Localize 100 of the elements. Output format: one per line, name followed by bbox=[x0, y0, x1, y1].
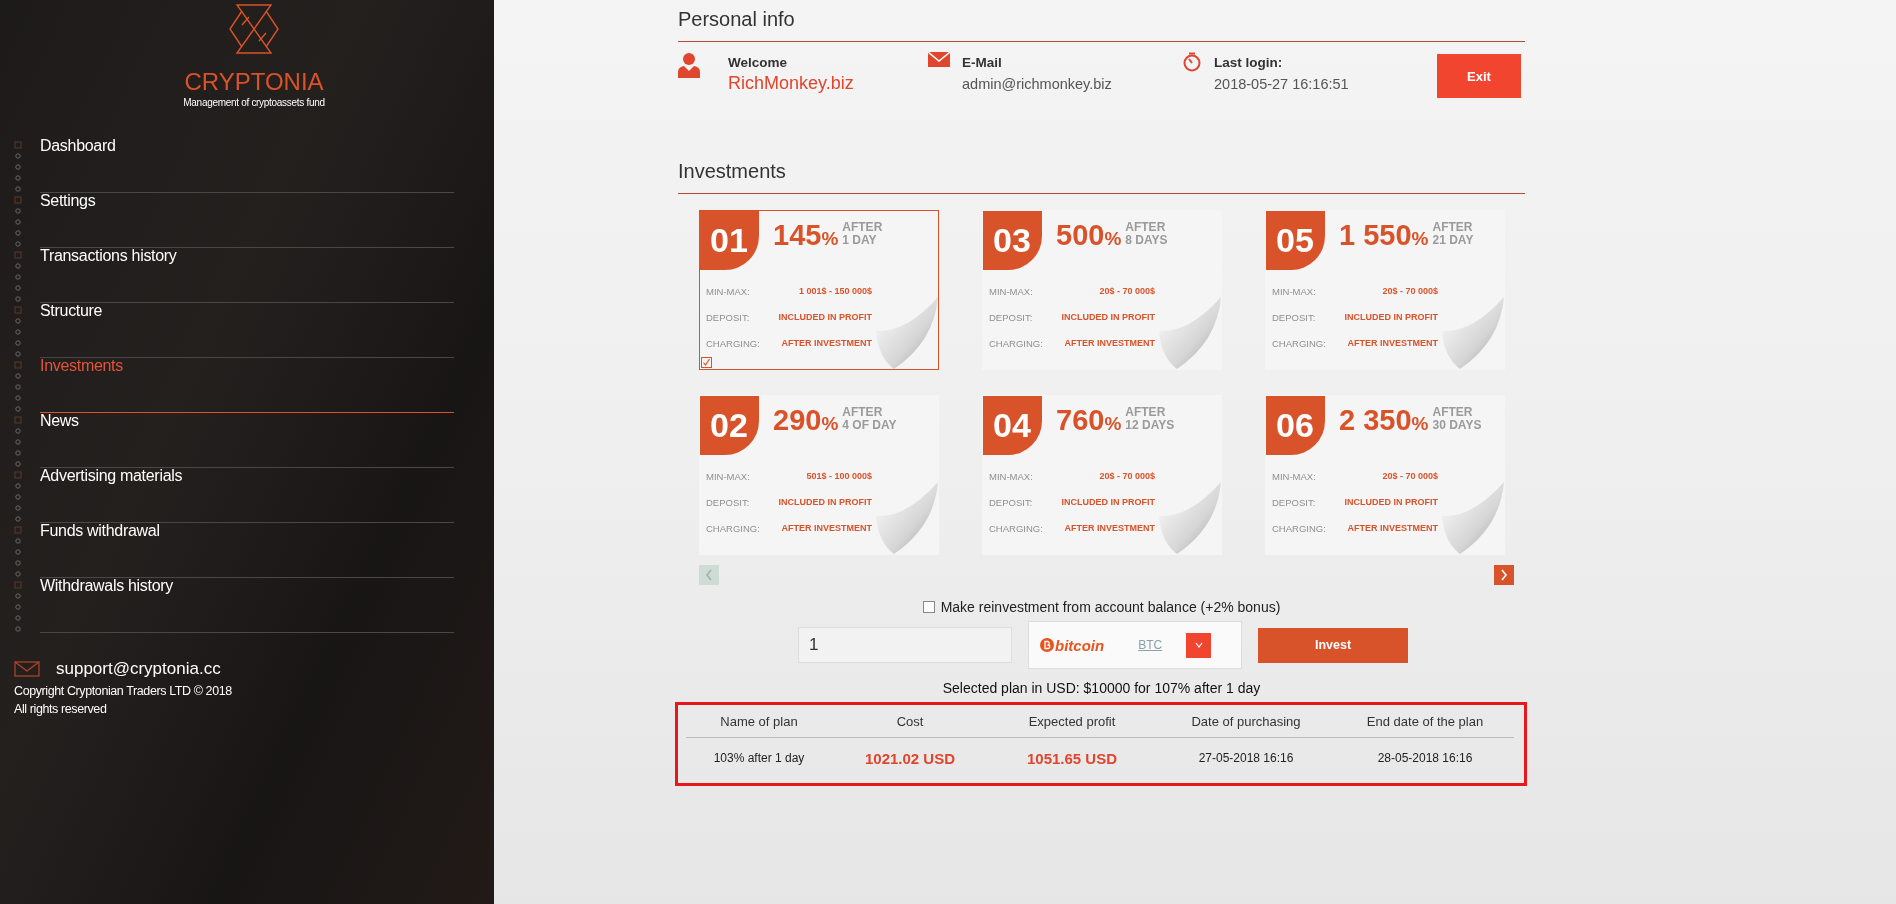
field-label: DEPOSIT: bbox=[706, 311, 750, 323]
field-label: DEPOSIT: bbox=[1272, 496, 1316, 508]
field-label: MIN-MAX: bbox=[1272, 470, 1316, 482]
section-title: Investments bbox=[678, 160, 1525, 194]
chevron-left-icon bbox=[705, 569, 713, 581]
column-header: Cost bbox=[895, 713, 925, 729]
nav-item[interactable]: Funds withdrawal bbox=[40, 523, 454, 578]
field-value: INCLUDED IN PROFIT bbox=[778, 312, 872, 322]
field-value: 1 001$ - 150 000$ bbox=[798, 286, 872, 296]
field-value: AFTER INVESTMENT bbox=[1347, 338, 1438, 348]
field-label: DEPOSIT: bbox=[706, 496, 750, 508]
field-value: AFTER INVESTMENT bbox=[1064, 338, 1155, 348]
plan-percent: 2 350 bbox=[1339, 404, 1412, 436]
field-label: CHARGING: bbox=[989, 522, 1043, 534]
nav-item[interactable]: Structure bbox=[40, 303, 454, 358]
amount-input[interactable]: 1 bbox=[798, 627, 1012, 663]
nav-item[interactable]: News bbox=[40, 413, 454, 468]
field-value: INCLUDED IN PROFIT bbox=[1344, 497, 1438, 507]
after-label: AFTER bbox=[1432, 221, 1474, 234]
nav-item[interactable]: Advertising materials bbox=[40, 468, 454, 523]
email-text: admin@richmonkey.biz bbox=[962, 76, 1112, 92]
field-value: AFTER INVESTMENT bbox=[781, 523, 872, 533]
nav-item[interactable]: Investments bbox=[40, 358, 454, 413]
percent-sign: % bbox=[1411, 413, 1429, 434]
last-login-text: 2018-05-27 16:16:51 bbox=[1214, 76, 1349, 92]
nav-item[interactable]: Withdrawals history bbox=[40, 578, 454, 633]
percent-sign: % bbox=[821, 228, 839, 249]
page-curl-drawing bbox=[1157, 482, 1221, 554]
field-label: CHARGING: bbox=[1272, 522, 1326, 534]
column-header: Expected profit bbox=[1027, 713, 1117, 729]
selected-plan-text: Selected plan in USD: $10000 for 107% after 1 day bbox=[941, 680, 1262, 696]
field-value: 20$ - 70 000$ bbox=[1099, 471, 1155, 481]
column-header: Date of purchasing bbox=[1190, 713, 1302, 729]
field-label: DEPOSIT: bbox=[989, 311, 1033, 323]
field-label: CHARGING: bbox=[989, 337, 1043, 349]
section-title: Personal info bbox=[678, 8, 1525, 42]
column-header: Name of plan bbox=[719, 713, 799, 729]
after-label: AFTER bbox=[1432, 406, 1474, 419]
currency-select[interactable]: bitcoin BTC bbox=[1028, 621, 1242, 669]
reinvest-checkbox[interactable] bbox=[922, 601, 935, 613]
page-curl-drawing bbox=[1440, 482, 1504, 554]
plan-percent: 145 bbox=[773, 219, 822, 251]
field-label: DEPOSIT: bbox=[989, 496, 1033, 508]
page-curl-drawing bbox=[1440, 297, 1504, 369]
envelope-icon bbox=[14, 661, 40, 677]
nav-item[interactable]: Transactions history bbox=[40, 248, 454, 303]
check-mark-icon bbox=[701, 357, 712, 368]
period-label: 1 DAY bbox=[842, 234, 878, 247]
field-value: AFTER INVESTMENT bbox=[1064, 523, 1155, 533]
after-label: AFTER bbox=[842, 406, 884, 419]
field-value: INCLUDED IN PROFIT bbox=[1061, 497, 1155, 507]
nav-item[interactable]: Dashboard bbox=[40, 138, 454, 193]
field-label: CHARGING: bbox=[706, 522, 760, 534]
plan-percent: 760 bbox=[1056, 404, 1105, 436]
table-cell-text: 1051.65 USD bbox=[1025, 749, 1119, 767]
timer-icon bbox=[1182, 52, 1202, 72]
field-label: MIN-MAX: bbox=[706, 470, 750, 482]
plan-number: 05 bbox=[1266, 211, 1325, 270]
field-value: 20$ - 70 000$ bbox=[1099, 286, 1155, 296]
percent-sign: % bbox=[1411, 228, 1429, 249]
table-cell-text: 1021.02 USD bbox=[863, 749, 957, 767]
invest-button[interactable]: Invest bbox=[1258, 627, 1408, 663]
plan-number: 04 bbox=[983, 396, 1042, 455]
field-label: MIN-MAX: bbox=[706, 285, 750, 297]
next-button[interactable] bbox=[1494, 565, 1514, 585]
table-cell-text: 28-05-2018 16:16 bbox=[1376, 751, 1474, 765]
period-label: 8 DAYS bbox=[1125, 234, 1168, 247]
dropdown-toggle[interactable] bbox=[1186, 632, 1212, 658]
plan-percent: 1 550 bbox=[1339, 219, 1412, 251]
exit-button[interactable]: Exit bbox=[1437, 54, 1521, 98]
copyright-text: Copyright Cryptonian Traders LTD © 2018 bbox=[14, 685, 233, 697]
field-value: INCLUDED IN PROFIT bbox=[1344, 312, 1438, 322]
nav-item[interactable]: Settings bbox=[40, 193, 454, 248]
period-label: 12 DAYS bbox=[1125, 419, 1175, 432]
username-text: RichMonkey.biz bbox=[728, 73, 854, 94]
field-label: DEPOSIT: bbox=[1272, 311, 1316, 323]
plan-number: 01 bbox=[700, 211, 759, 270]
field-value: 20$ - 70 000$ bbox=[1382, 286, 1438, 296]
plan-percent: 290 bbox=[773, 404, 822, 436]
field-value: INCLUDED IN PROFIT bbox=[778, 497, 872, 507]
period-label: 4 OF DAY bbox=[842, 419, 897, 432]
logo-icon bbox=[228, 3, 280, 55]
field-label: CHARGING: bbox=[1272, 337, 1326, 349]
field-value: 20$ - 70 000$ bbox=[1382, 471, 1438, 481]
field-label: CHARGING: bbox=[706, 337, 760, 349]
envelope-icon bbox=[928, 52, 950, 67]
plan-number: 02 bbox=[700, 396, 759, 455]
bitcoin-icon bbox=[1040, 638, 1054, 652]
after-label: AFTER bbox=[1125, 221, 1167, 234]
field-value: 501$ - 100 000$ bbox=[806, 471, 872, 481]
page-curl-drawing bbox=[874, 482, 938, 554]
table-cell-text: 103% after 1 day bbox=[712, 751, 806, 765]
email-label: E-Mail bbox=[962, 55, 1003, 70]
chevron-right-icon bbox=[1500, 569, 1508, 581]
percent-sign: % bbox=[1104, 228, 1122, 249]
page-curl-drawing bbox=[874, 297, 938, 369]
table-cell-text: 27-05-2018 16:16 bbox=[1197, 751, 1295, 765]
brand-tagline: Management of cryptoassets fund bbox=[183, 97, 325, 108]
brand-name: CRYPTONIA bbox=[184, 69, 324, 95]
support-email-link[interactable]: support@cryptonia.cc bbox=[56, 659, 221, 679]
